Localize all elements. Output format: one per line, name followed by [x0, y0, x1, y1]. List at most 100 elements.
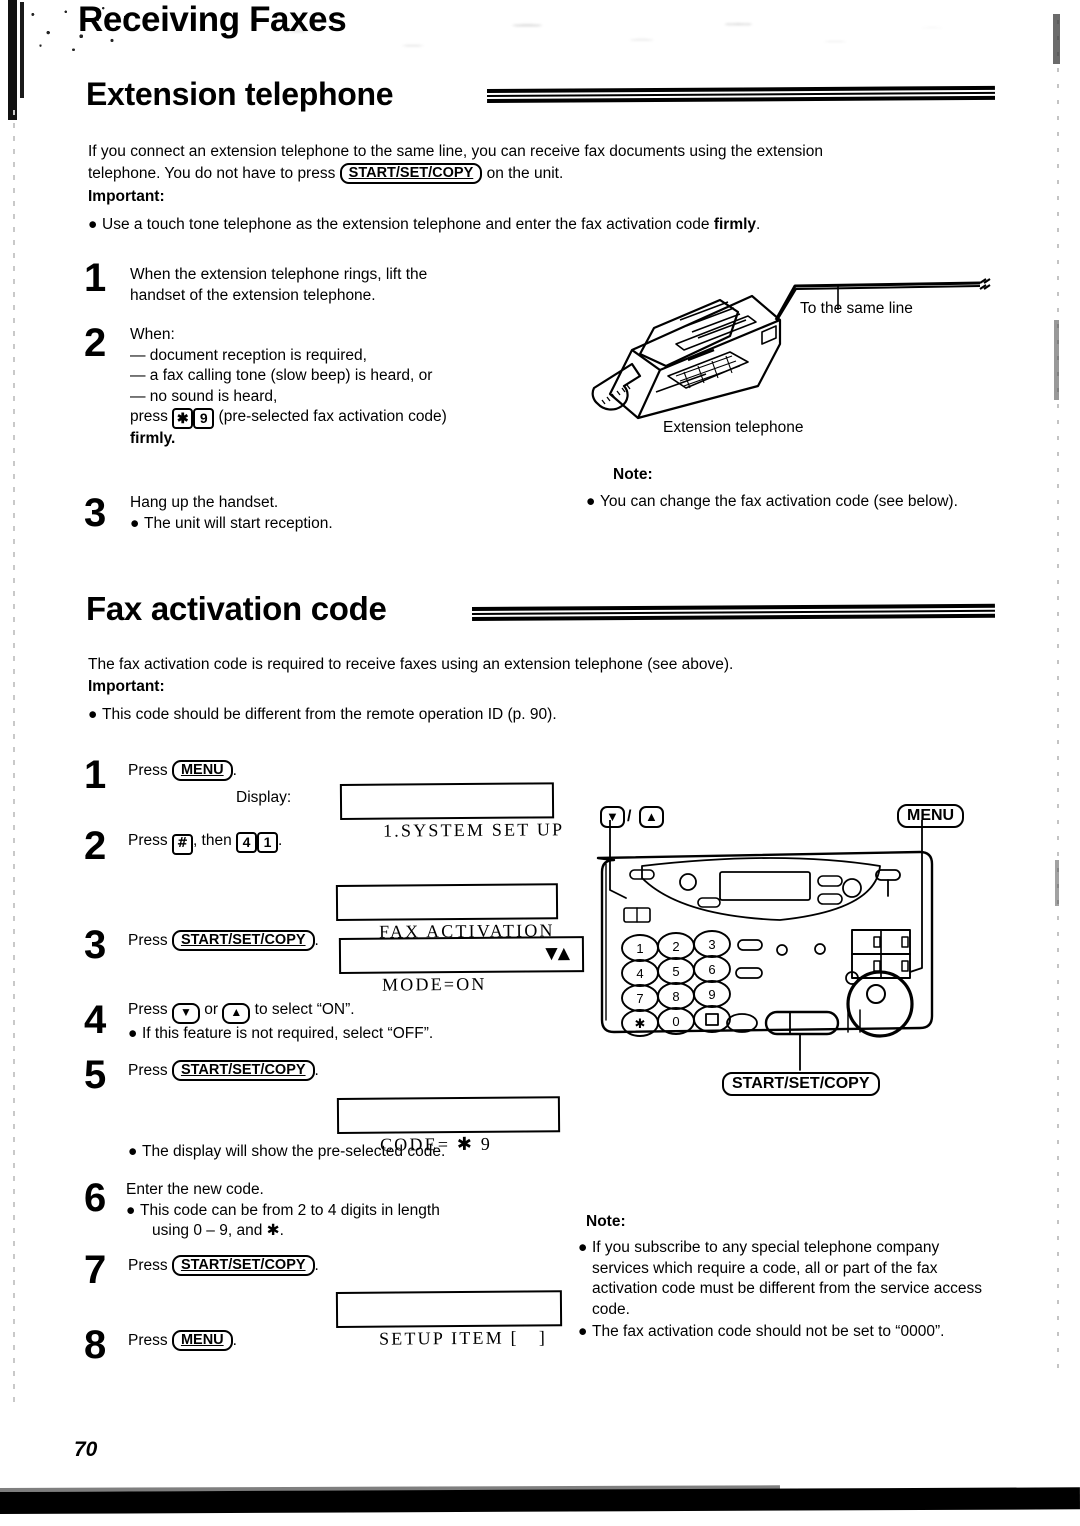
fac-step-6-bullet-line1: This code can be from 2 to 4 digits in l… — [140, 1201, 440, 1219]
step-3-bullet-text: The unit will start reception. — [144, 514, 333, 532]
fac-step-1-body: Press MENU. — [128, 760, 237, 782]
fac-step-number-4: 4 — [84, 998, 107, 1042]
fac-step-6-bullet-line2: using 0 – 9, and ✱. — [152, 1222, 284, 1239]
section-rule-2 — [471, 603, 996, 622]
period: . — [278, 832, 283, 849]
start-set-copy-key[interactable]: START/SET/COPY — [339, 163, 483, 184]
step-1-body: When the extension telephone rings, lift… — [130, 265, 530, 306]
section-rule — [486, 85, 996, 104]
step-number-2: 2 — [84, 321, 107, 365]
fac-step-number-7: 7 — [84, 1248, 107, 1292]
section1-intro-line2: telephone. You do not have to press STAR… — [88, 163, 988, 185]
start-set-copy-key[interactable]: START/SET/COPY — [171, 1255, 315, 1276]
extension-telephone-label: Extension telephone — [663, 419, 804, 436]
step-2-body: When: — document reception is required, … — [130, 325, 550, 450]
bullet-dot: ● — [128, 1143, 138, 1160]
press-label: press — [130, 408, 168, 425]
section1-important-bullet: ● Use a touch tone telephone as the exte… — [88, 215, 988, 236]
up-arrow-key[interactable]: ▲ — [222, 1003, 251, 1024]
fac-step-6-line: Enter the new code. — [126, 1181, 264, 1198]
menu-key[interactable]: MENU — [171, 1330, 233, 1351]
svg-text:4: 4 — [636, 966, 643, 981]
section1-note-bullet-text: You can change the fax activation code (… — [600, 493, 958, 510]
fac-step-4-bullet-text: If this feature is not required, select … — [142, 1025, 434, 1042]
section1-important-label: Important: — [88, 188, 165, 205]
fac-step-number-6: 6 — [84, 1176, 107, 1220]
menu-key[interactable]: MENU — [171, 760, 233, 781]
step-number-1: 1 — [84, 256, 107, 300]
four-key[interactable]: 4 — [236, 832, 258, 853]
lcd-arrows: ▼▲ — [545, 943, 571, 963]
bullet-dot: ● — [586, 493, 596, 510]
page-number: 70 — [74, 1438, 98, 1461]
step-2-line-4: — no sound is heard, — [130, 387, 278, 405]
fac-step-8-body: Press MENU. — [128, 1330, 237, 1352]
important-bullet-text: Use a touch tone telephone as the extens… — [102, 216, 714, 233]
fac-step-4-line: Press ▼ or ▲ to select “ON”. — [128, 1000, 548, 1024]
fac-step-number-1: 1 — [84, 753, 107, 797]
step-2-line-2: — document reception is required, — [130, 346, 367, 364]
scan-left-margin-line — [13, 110, 15, 1410]
svg-text:✱: ✱ — [635, 1016, 646, 1031]
fac-step-7-body: Press START/SET/COPY. — [128, 1255, 319, 1277]
important-bullet-period: . — [756, 216, 761, 233]
bullet-dot: ● — [130, 514, 140, 532]
bullet-dot: ● — [578, 1323, 588, 1340]
section1-note-label: Note: — [613, 466, 653, 483]
star-key[interactable]: ✱ — [172, 408, 194, 429]
fac-step-5-bullet: ● The display will show the pre-selected… — [128, 1142, 588, 1163]
section2-important-bullet: ● This code should be different from the… — [88, 705, 988, 726]
fac-step-5-body: Press START/SET/COPY. — [128, 1060, 319, 1082]
bullet-dot: ● — [128, 1025, 138, 1042]
bullet-dot: ● — [88, 216, 98, 233]
bullet-dot: ● — [88, 706, 98, 723]
step-3-line-1: Hang up the handset. — [130, 494, 279, 511]
svg-text:7: 7 — [636, 991, 643, 1006]
step-2-press-line: press ✱ 9 (pre-selected fax activation co… — [130, 407, 550, 429]
then-label: , then — [192, 832, 232, 849]
or-label: or — [204, 1001, 219, 1018]
to-the-same-line-label: To the same line — [800, 300, 913, 317]
press-suffix: (pre-selected fax activation code) — [218, 408, 447, 425]
period: . — [232, 762, 237, 779]
display-label: Display: — [236, 789, 292, 806]
lcd-display-system-set-up: 1.SYSTEM SET UP — [339, 782, 564, 841]
period: . — [232, 1332, 237, 1349]
press-label: Press — [128, 1332, 168, 1349]
bullet-dot: ● — [126, 1201, 136, 1219]
step-number-3: 3 — [84, 491, 107, 535]
press-label: Press — [128, 762, 168, 779]
fac-step-number-3: 3 — [84, 923, 107, 967]
chapter-title: Receiving Faxes — [78, 0, 347, 39]
section2-important-label: Important: — [88, 678, 165, 695]
important-bullet-emphasis: firmly — [713, 216, 757, 233]
scan-right-margin-line — [1057, 20, 1059, 1370]
step-3-bullet: ● The unit will start reception. — [130, 514, 530, 535]
down-arrow-key[interactable]: ▼ — [171, 1003, 200, 1024]
press-label: Press — [128, 932, 168, 949]
fac-step-3-body: Press START/SET/COPY. — [128, 930, 319, 952]
svg-text:8: 8 — [672, 989, 679, 1004]
section2-note-bullet-2-text: The fax activation code should not be se… — [592, 1323, 945, 1340]
lcd-display-code: CODE= ✱ 9 — [336, 1096, 561, 1155]
section2-important-bullet-text: This code should be different from the r… — [102, 706, 557, 723]
hash-key[interactable]: # — [171, 834, 193, 855]
select-on-label: to select “ON”. — [254, 1001, 355, 1018]
press-label: Press — [128, 832, 168, 849]
fac-step-number-8: 8 — [84, 1323, 107, 1367]
section2-note-bullet-1-text: If you subscribe to any special telephon… — [592, 1239, 982, 1318]
scan-right-blot-3 — [1055, 860, 1059, 906]
section-heading-extension-telephone: Extension telephone — [86, 76, 394, 112]
svg-text:2: 2 — [672, 939, 679, 954]
one-key[interactable]: 1 — [257, 832, 279, 853]
nine-key[interactable]: 9 — [193, 408, 215, 429]
start-set-copy-key[interactable]: START/SET/COPY — [171, 1060, 315, 1081]
step-2-firmly: firmly. — [130, 430, 176, 447]
svg-text:6: 6 — [708, 962, 715, 977]
scan-edge-artifact — [8, 0, 17, 120]
fac-step-4-bullet: ● If this feature is not required, selec… — [128, 1024, 548, 1045]
svg-text:9: 9 — [708, 987, 715, 1002]
start-set-copy-key[interactable]: START/SET/COPY — [171, 930, 315, 951]
fac-step-6-body: Enter the new code. ● This code can be f… — [126, 1180, 546, 1242]
fac-step-5-bullet-text: The display will show the pre-selected c… — [142, 1143, 446, 1160]
